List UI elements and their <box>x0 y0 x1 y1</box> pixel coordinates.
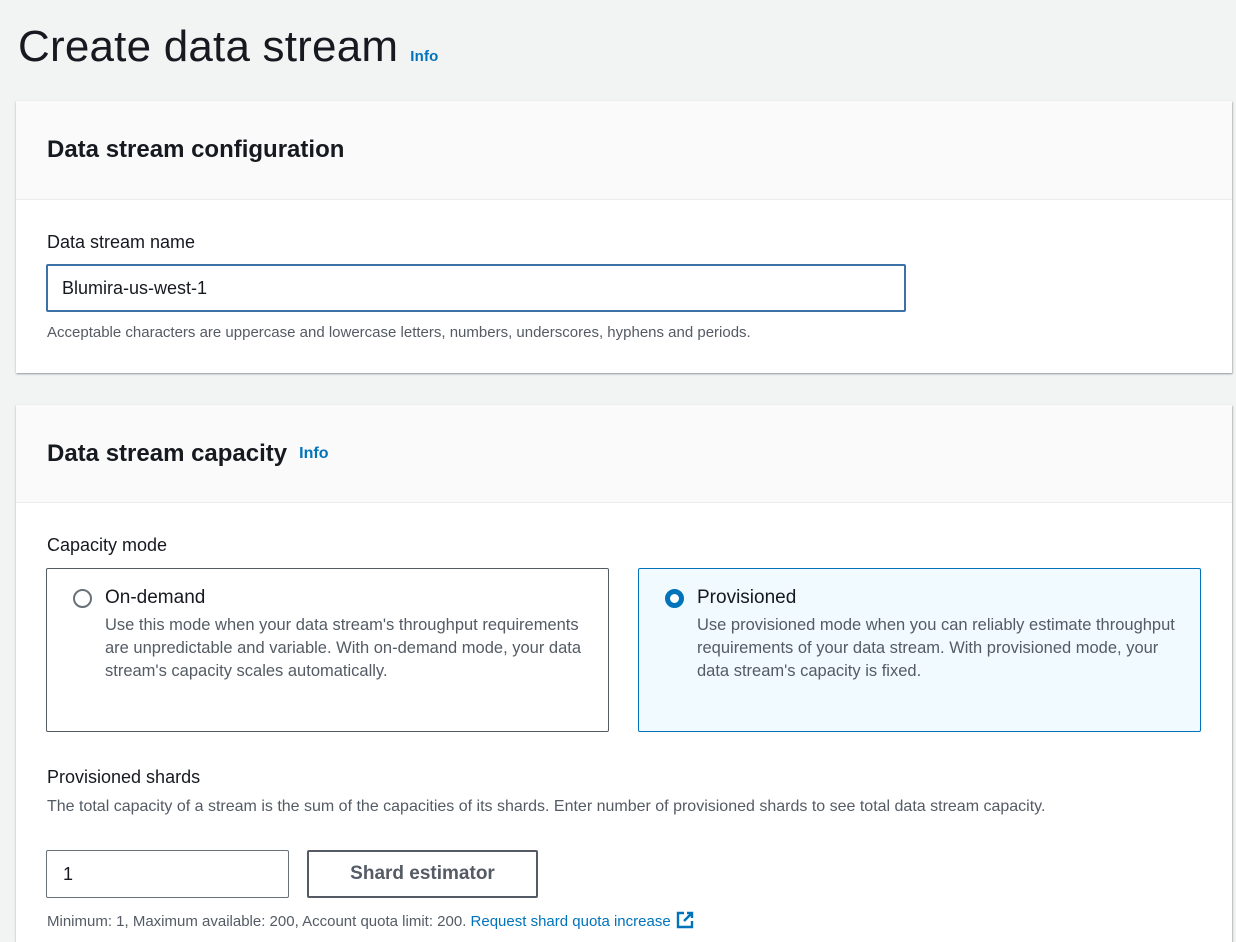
on-demand-option-tile[interactable]: On-demand Use this mode when your data s… <box>46 568 609 732</box>
capacity-panel-header: Data stream capacity Info <box>16 405 1232 503</box>
stream-name-hint: Acceptable characters are uppercase and … <box>47 324 751 341</box>
stream-name-input[interactable]: Blumira-us-west-1 <box>46 264 906 312</box>
on-demand-title: On-demand <box>105 587 206 608</box>
request-quota-link-text[interactable]: Request shard quota increase <box>471 913 671 930</box>
shards-limit-hint: Minimum: 1, Maximum available: 200, Acco… <box>47 911 694 930</box>
data-stream-capacity-panel: Data stream capacity Info Capacity mode … <box>16 405 1232 942</box>
shard-estimator-button[interactable]: Shard estimator <box>307 850 538 898</box>
provisioned-option-tile[interactable]: Provisioned Use provisioned mode when yo… <box>638 568 1201 732</box>
external-link-icon <box>676 911 693 929</box>
page-title: Create data stream Info <box>18 22 439 72</box>
capacity-panel-title: Data stream capacity <box>47 439 288 467</box>
capacity-info-link[interactable]: Info <box>299 445 328 463</box>
request-quota-link[interactable]: Request shard quota increase <box>471 911 694 930</box>
configuration-panel-header: Data stream configuration <box>16 101 1232 200</box>
provisioned-description: Use provisioned mode when you can reliab… <box>697 616 1175 680</box>
stream-name-label: Data stream name <box>47 232 196 252</box>
title-info-link[interactable]: Info <box>410 48 438 65</box>
provisioned-shards-description: The total capacity of a stream is the su… <box>47 798 1046 815</box>
on-demand-radio[interactable] <box>73 589 92 608</box>
configuration-panel-title: Data stream configuration <box>47 136 345 163</box>
provisioned-radio[interactable] <box>665 589 684 608</box>
data-stream-configuration-panel: Data stream configuration Data stream na… <box>16 101 1232 373</box>
capacity-mode-label: Capacity mode <box>47 535 168 555</box>
page-title-text: Create data stream <box>18 22 399 71</box>
on-demand-description: Use this mode when your data stream's th… <box>105 616 582 680</box>
provisioned-shards-label: Provisioned shards <box>47 767 201 787</box>
shards-limit-text: Minimum: 1, Maximum available: 200, Acco… <box>47 913 467 930</box>
provisioned-title: Provisioned <box>697 587 797 608</box>
provisioned-shards-input[interactable]: 1 <box>46 850 289 898</box>
